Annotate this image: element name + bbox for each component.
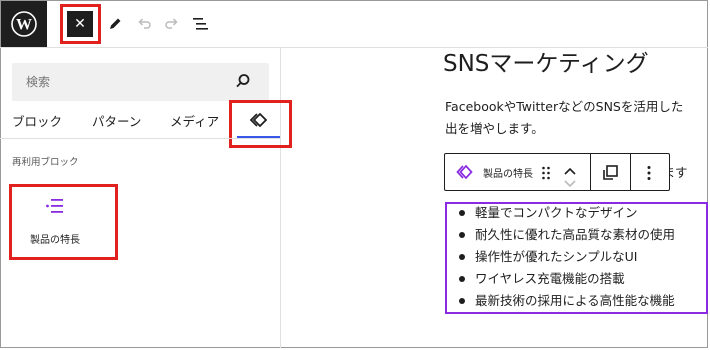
list-item[interactable]: 軽量でコンパクトなデザイン xyxy=(452,202,675,224)
search-input[interactable] xyxy=(12,63,269,101)
block-toolbar-label[interactable]: 製品の特長 xyxy=(483,165,533,180)
feature-list: 軽量でコンパクトなデザイン 耐久性に優れた高品質な素材の使用 操作性が優れたシン… xyxy=(452,202,675,312)
search-placeholder: 検索 xyxy=(26,75,51,89)
more-options-icon[interactable] xyxy=(644,164,654,182)
close-icon: ✕ xyxy=(74,16,86,32)
list-item[interactable]: 最新技術の採用による高性能な機能 xyxy=(452,290,675,312)
reusable-block-icon[interactable] xyxy=(248,110,270,130)
redo-icon[interactable] xyxy=(162,14,182,34)
panel-divider xyxy=(280,48,281,348)
paragraph-line: FacebookやTwitterなどのSNSを活用した xyxy=(445,99,684,114)
paragraph[interactable]: FacebookやTwitterなどのSNSを活用した 出を増やします。 xyxy=(445,96,707,140)
pencil-icon[interactable] xyxy=(105,14,125,34)
undo-icon[interactable] xyxy=(134,14,154,34)
tabs-border xyxy=(0,138,280,139)
convert-to-regular-icon[interactable] xyxy=(601,164,619,182)
block-toolbar xyxy=(444,153,670,191)
list-icon xyxy=(44,197,66,215)
list-item[interactable]: 操作性が優れたシンプルなUI xyxy=(452,246,675,268)
svg-text:W: W xyxy=(16,17,32,34)
move-up-icon[interactable] xyxy=(563,161,577,175)
drag-handle-icon[interactable] xyxy=(541,165,551,181)
close-inserter-button[interactable]: ✕ xyxy=(67,11,93,37)
search-icon[interactable] xyxy=(234,72,252,90)
section-label: 再利用ブロック xyxy=(12,157,79,168)
reusable-block-icon[interactable] xyxy=(455,164,475,180)
toolbar-separator xyxy=(590,154,591,190)
tab-blocks[interactable]: ブロック xyxy=(12,111,62,130)
wordpress-logo[interactable]: W xyxy=(1,1,47,47)
list-view-icon[interactable] xyxy=(191,14,211,34)
move-down-icon[interactable] xyxy=(563,174,577,188)
toolbar-separator xyxy=(630,154,631,190)
tab-patterns[interactable]: パターン xyxy=(92,111,141,130)
list-item[interactable]: 耐久性に優れた高品質な素材の使用 xyxy=(452,224,675,246)
list-item[interactable]: ワイヤレス充電機能の搭載 xyxy=(452,268,675,290)
page-heading[interactable]: SNSマーケティング xyxy=(443,44,649,78)
paragraph-line: 出を増やします。 xyxy=(445,121,544,136)
tab-media[interactable]: メディア xyxy=(170,111,219,130)
block-item-label: 製品の特長 xyxy=(30,235,80,246)
